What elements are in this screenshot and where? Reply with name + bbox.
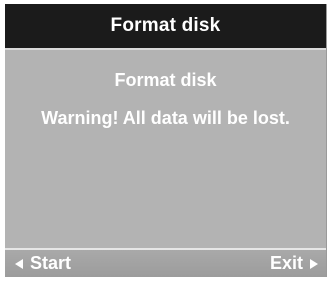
dialog-title: Format disk: [110, 15, 221, 36]
warning-message: Warning! All data will be lost.: [41, 108, 290, 128]
arrow-left-icon: [15, 258, 23, 269]
title-bar: Format disk: [5, 4, 326, 48]
start-button-label: Start: [30, 253, 72, 273]
exit-button-label: Exit: [269, 253, 303, 273]
message-title: Format disk: [114, 70, 217, 90]
start-button[interactable]: Start: [15, 252, 71, 275]
exit-button[interactable]: Exit: [270, 252, 318, 275]
softkey-bar: Start Exit: [5, 250, 326, 277]
arrow-right-icon: [310, 258, 318, 269]
device-screen: Format disk Format disk Warning! All dat…: [5, 4, 327, 277]
